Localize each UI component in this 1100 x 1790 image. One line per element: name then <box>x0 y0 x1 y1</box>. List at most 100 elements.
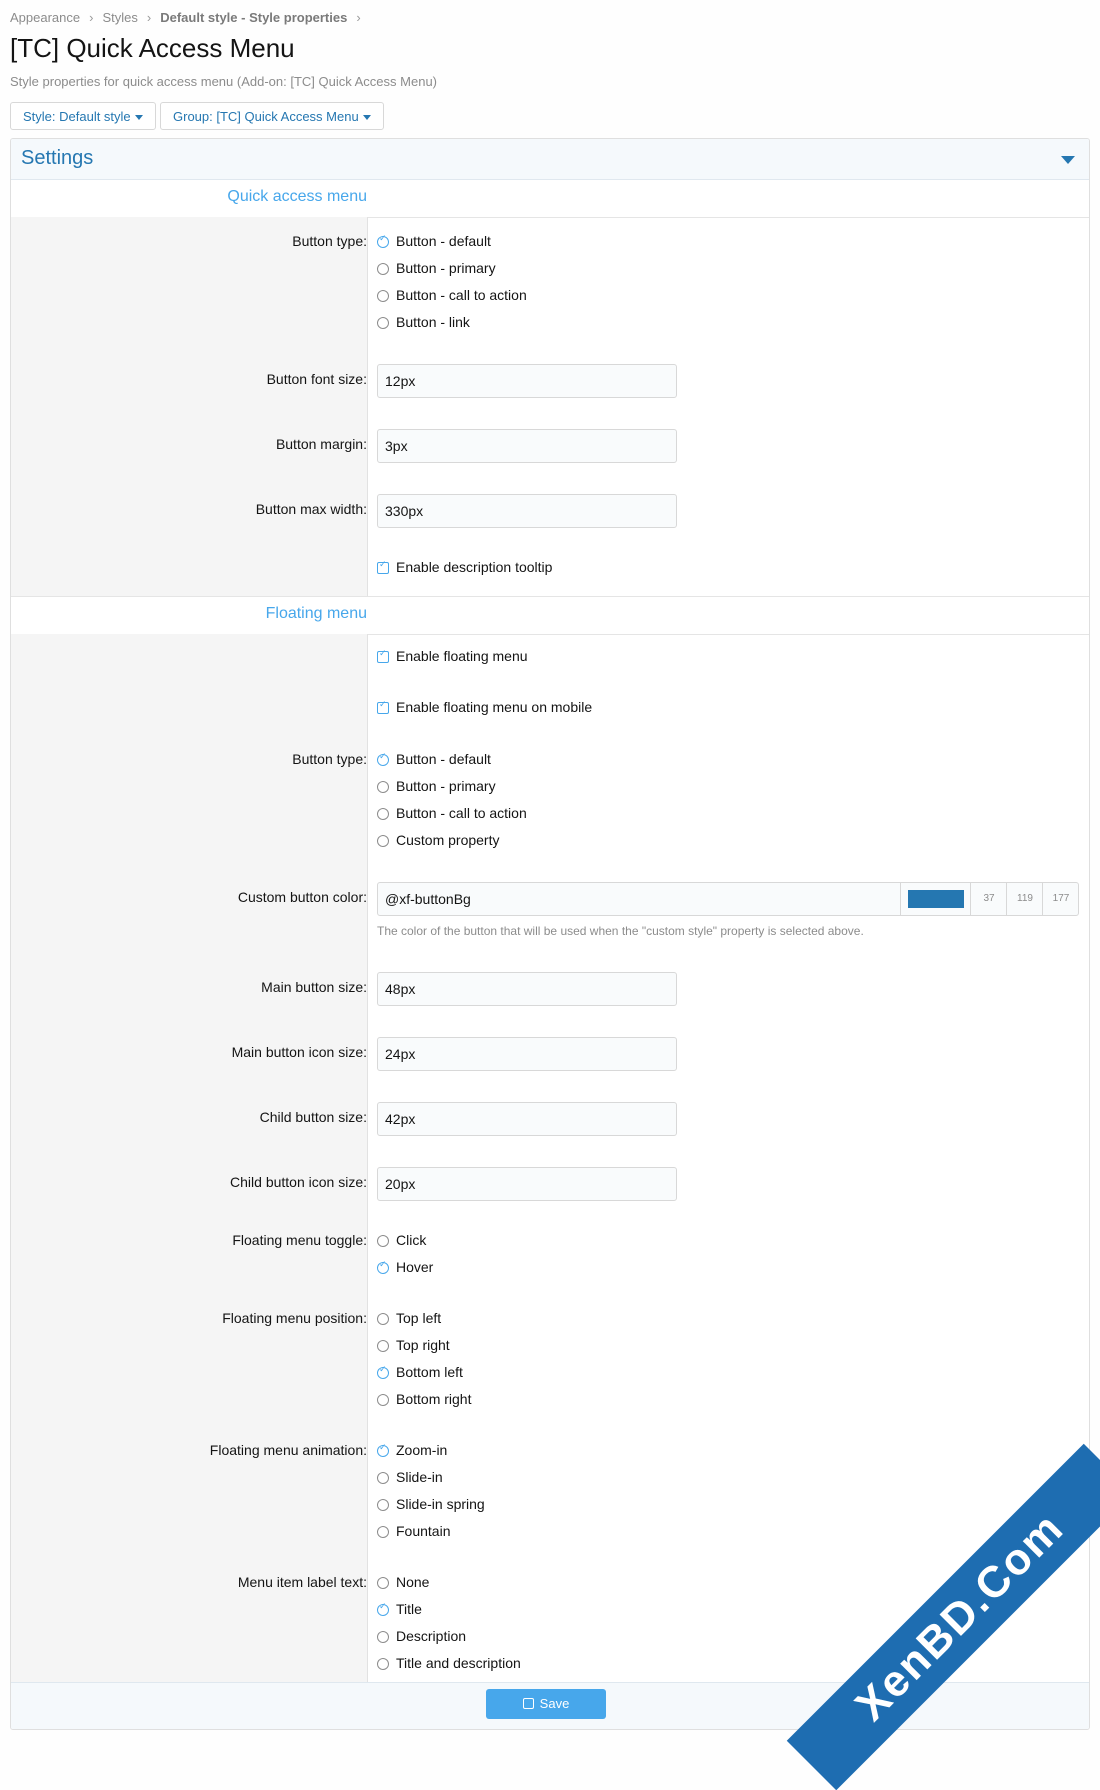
color-swatch <box>908 890 964 908</box>
radio-checked-icon <box>377 752 389 766</box>
custom-button-color-input[interactable]: @xf-buttonBg 37 119 177 <box>377 882 1079 916</box>
enable-floating-checkbox[interactable]: Enable floating menu <box>377 648 528 664</box>
radio-option[interactable]: Custom property <box>377 832 499 848</box>
radio-icon <box>377 1577 389 1589</box>
radio-option[interactable]: Slide-in <box>377 1469 443 1485</box>
enable-floating-mobile-checkbox[interactable]: Enable floating menu on mobile <box>377 699 592 715</box>
child-button-icon-size-input[interactable]: 20px <box>377 1167 677 1201</box>
radio-option[interactable]: Hover <box>377 1259 433 1275</box>
checkbox-checked-icon <box>377 700 389 714</box>
field-label: Button margin: <box>275 436 367 452</box>
settings-block: Settings Quick access menu Button type: … <box>10 138 1090 1730</box>
radio-checked-icon <box>377 1443 389 1457</box>
breadcrumb-appearance[interactable]: Appearance <box>10 10 80 25</box>
field-label: Child button size: <box>259 1109 367 1125</box>
save-icon <box>522 1698 534 1709</box>
section-quick-access-menu: Quick access menu <box>11 180 1089 218</box>
main-button-size-input[interactable]: 48px <box>377 972 677 1006</box>
radio-option[interactable]: Bottom right <box>377 1391 471 1407</box>
radio-option[interactable]: Bottom left <box>377 1364 463 1380</box>
radio-option[interactable]: Top left <box>377 1310 441 1326</box>
radio-icon <box>377 1526 389 1538</box>
radio-icon <box>377 1472 389 1484</box>
radio-option[interactable]: None <box>377 1574 429 1590</box>
tooltip-checkbox[interactable]: Enable description tooltip <box>377 559 552 575</box>
option-label: Zoom-in <box>396 1442 448 1458</box>
radio-option[interactable]: Button - call to action <box>377 805 527 821</box>
block-header[interactable]: Settings <box>11 139 1089 180</box>
color-red-value: 37 <box>970 883 1007 915</box>
radio-icon <box>377 1235 389 1247</box>
color-swatch-box[interactable] <box>900 883 971 915</box>
option-label: Slide-in <box>396 1469 443 1485</box>
option-label: Title <box>396 1601 422 1617</box>
radio-checked-icon <box>377 234 389 248</box>
radio-icon <box>377 290 389 302</box>
page-title: [TC] Quick Access Menu <box>10 33 295 63</box>
option-label: Slide-in spring <box>396 1496 485 1512</box>
save-button[interactable]: Save <box>486 1689 606 1719</box>
option-label: Button - call to action <box>396 287 527 303</box>
radio-option[interactable]: Button - primary <box>377 260 496 276</box>
option-label: Enable floating menu <box>396 648 528 664</box>
section-title: Floating menu <box>265 605 367 622</box>
radio-option[interactable]: Title and description <box>377 1655 521 1671</box>
label-column <box>11 634 368 1686</box>
radio-option[interactable]: Button - default <box>377 751 491 767</box>
radio-checked-icon <box>377 1260 389 1274</box>
radio-option[interactable]: Top right <box>377 1337 450 1353</box>
radio-option[interactable]: Click <box>377 1232 426 1248</box>
option-label: Enable description tooltip <box>396 559 553 575</box>
field-label: Child button icon size: <box>230 1174 367 1190</box>
style-filter-button[interactable]: Style: Default style <box>10 102 156 130</box>
field-label: Floating menu animation: <box>209 1442 367 1458</box>
button-max-width-input[interactable]: 330px <box>377 494 677 528</box>
radio-option[interactable]: Button - default <box>377 233 491 249</box>
option-label: Button - link <box>396 314 470 330</box>
field-label: Floating menu toggle: <box>232 1232 367 1248</box>
chevron-right-icon: › <box>356 10 361 25</box>
collapse-toggle-icon[interactable] <box>1061 156 1075 164</box>
radio-option[interactable]: Description <box>377 1628 466 1644</box>
radio-icon <box>377 1658 389 1670</box>
group-filter-button[interactable]: Group: [TC] Quick Access Menu <box>160 102 384 130</box>
radio-option[interactable]: Title <box>377 1601 422 1617</box>
main-button-icon-size-input[interactable]: 24px <box>377 1037 677 1071</box>
radio-icon <box>377 808 389 820</box>
style-filter-label: Style: Default style <box>23 109 131 124</box>
radio-option[interactable]: Button - primary <box>377 778 496 794</box>
field-label: Button font size: <box>266 371 367 387</box>
radio-option[interactable]: Button - link <box>377 314 470 330</box>
page-description: Style properties for quick access menu (… <box>10 74 438 89</box>
radio-option[interactable]: Slide-in spring <box>377 1496 485 1512</box>
radio-option[interactable]: Button - call to action <box>377 287 527 303</box>
field-hint: The color of the button that will be use… <box>377 924 864 938</box>
radio-option[interactable]: Fountain <box>377 1523 450 1539</box>
section-title: Quick access menu <box>227 188 367 205</box>
radio-icon <box>377 781 389 793</box>
option-label: Hover <box>396 1259 434 1275</box>
breadcrumb-style-properties[interactable]: Default style - Style properties <box>160 10 347 25</box>
option-label: Button - primary <box>396 260 496 276</box>
checkbox-checked-icon <box>377 560 389 574</box>
group-filter-label: Group: [TC] Quick Access Menu <box>173 109 359 124</box>
option-label: Button - primary <box>396 778 496 794</box>
field-label: Floating menu position: <box>222 1310 367 1326</box>
radio-icon <box>377 1394 389 1406</box>
radio-option[interactable]: Zoom-in <box>377 1442 447 1458</box>
radio-checked-icon <box>377 1365 389 1379</box>
checkbox-checked-icon <box>377 649 389 663</box>
option-label: Top right <box>396 1337 450 1353</box>
button-font-size-input[interactable]: 12px <box>377 364 677 398</box>
field-label: Button max width: <box>255 501 367 517</box>
block-title: Settings <box>21 147 94 169</box>
child-button-size-input[interactable]: 42px <box>377 1102 677 1136</box>
radio-icon <box>377 835 389 847</box>
chevron-right-icon: › <box>146 10 152 25</box>
color-value: @xf-buttonBg <box>385 891 471 907</box>
breadcrumb-styles[interactable]: Styles <box>102 10 137 25</box>
button-margin-input[interactable]: 3px <box>377 429 677 463</box>
breadcrumb: Appearance › Styles › Default style - Style … <box>10 10 370 25</box>
option-label: Custom property <box>396 832 500 848</box>
option-label: Enable floating menu on mobile <box>396 699 593 715</box>
